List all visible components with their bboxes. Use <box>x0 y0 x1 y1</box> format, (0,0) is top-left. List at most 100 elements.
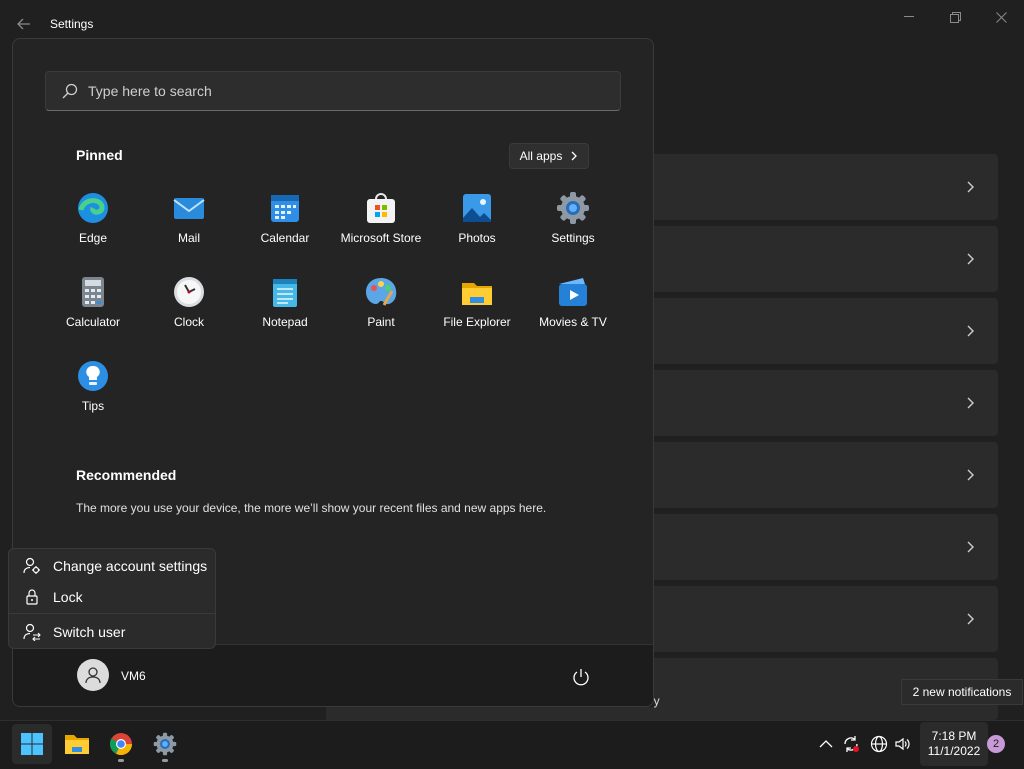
menu-item-label: Switch user <box>53 624 126 640</box>
pinned-app-calendar[interactable]: Calendar <box>237 191 333 271</box>
store-icon <box>367 193 395 223</box>
pinned-app-paint[interactable]: Paint <box>333 275 429 355</box>
lock-icon <box>26 589 38 605</box>
clock-date: 11/1/2022 <box>927 744 981 758</box>
pinned-app-edge[interactable]: Edge <box>45 191 141 271</box>
restore-button[interactable] <box>940 6 970 28</box>
pinned-app-photos[interactable]: Photos <box>429 191 525 271</box>
taskbar-clock[interactable]: 7:18 PM 11/1/2022 <box>920 722 988 766</box>
user-name[interactable]: VM6 <box>121 669 146 683</box>
window-title: Settings <box>50 17 94 31</box>
menu-item-label: Lock <box>53 589 83 605</box>
calendar-icon <box>271 195 299 222</box>
app-label: Calculator <box>65 315 121 329</box>
search-input[interactable]: Type here to search <box>45 71 621 111</box>
settings-bottom-bar <box>326 707 956 721</box>
settings-card[interactable] <box>654 154 998 220</box>
taskbar-file-explorer[interactable] <box>57 724 97 764</box>
sync-status-button[interactable] <box>841 734 861 754</box>
app-label: Paint <box>367 315 395 329</box>
close-button[interactable] <box>986 6 1016 28</box>
show-hidden-icons-button[interactable] <box>816 734 836 754</box>
app-label: Movies & TV <box>539 315 607 329</box>
pinned-app-movies-tv[interactable]: Movies & TV <box>525 275 621 355</box>
settings-card[interactable] <box>654 298 998 364</box>
calculator-icon <box>82 277 104 307</box>
menu-item-label: Change account settings <box>53 558 208 574</box>
minimize-button[interactable] <box>894 6 924 28</box>
person-gear-icon <box>23 557 40 574</box>
account-menu: Change account settings Lock Switch user <box>8 548 216 649</box>
back-arrow-icon <box>17 18 30 30</box>
lock-item[interactable]: Lock <box>9 581 215 613</box>
chevron-right-icon <box>967 253 974 265</box>
photos-icon <box>463 194 491 222</box>
app-label: Photos <box>458 231 496 245</box>
file-explorer-icon <box>65 735 89 754</box>
app-label: Notepad <box>262 315 308 329</box>
switch-user-icon <box>23 623 41 641</box>
settings-card[interactable] <box>654 370 998 436</box>
app-label: File Explorer <box>443 315 511 329</box>
tips-icon <box>78 361 108 391</box>
change-account-settings-item[interactable]: Change account settings <box>9 550 215 582</box>
chevron-right-icon <box>967 181 974 193</box>
movies-icon <box>559 278 587 306</box>
settings-gear-icon <box>557 192 589 224</box>
taskbar-settings[interactable] <box>145 724 185 764</box>
folder-icon <box>462 283 492 305</box>
start-footer <box>13 644 653 706</box>
search-placeholder: Type here to search <box>88 83 212 99</box>
search-icon <box>62 83 78 99</box>
all-apps-button[interactable]: All apps <box>509 143 589 169</box>
pinned-app-store[interactable]: Microsoft Store <box>333 191 429 271</box>
sync-icon <box>844 736 859 752</box>
menu-divider <box>9 613 215 614</box>
app-label: Settings <box>551 231 595 245</box>
pinned-app-clock[interactable]: Clock <box>141 275 237 355</box>
settings-card[interactable] <box>654 514 998 580</box>
globe-icon <box>870 735 888 753</box>
network-button[interactable] <box>869 734 889 754</box>
chevron-right-icon <box>571 151 578 161</box>
power-button[interactable] <box>569 665 593 689</box>
clock-icon <box>174 277 204 307</box>
notification-tooltip: 2 new notifications <box>901 679 1023 705</box>
recommended-text: The more you use your device, the more w… <box>76 501 547 515</box>
chevron-up-icon <box>819 740 833 748</box>
volume-button[interactable] <box>893 734 913 754</box>
app-label: Mail <box>177 231 200 245</box>
start-icon <box>21 733 43 755</box>
restore-icon <box>949 11 961 23</box>
switch-user-item[interactable]: Switch user <box>9 616 215 648</box>
app-label: Calendar <box>260 231 310 245</box>
back-button[interactable] <box>14 14 34 34</box>
avatar[interactable] <box>77 659 109 691</box>
notification-badge[interactable]: 2 <box>987 735 1005 753</box>
pinned-app-tips[interactable]: Tips <box>45 359 141 439</box>
chevron-right-icon <box>967 325 974 337</box>
start-button[interactable] <box>12 724 52 764</box>
pinned-app-settings[interactable]: Settings <box>525 191 621 271</box>
taskbar-chrome[interactable] <box>101 724 141 764</box>
app-label: Tips <box>81 399 105 413</box>
settings-card[interactable] <box>654 586 998 652</box>
pinned-app-calculator[interactable]: Calculator <box>45 275 141 355</box>
edge-icon <box>78 193 108 223</box>
all-apps-label: All apps <box>519 149 563 163</box>
close-icon <box>995 11 1007 23</box>
app-label: Microsoft Store <box>340 231 422 245</box>
settings-card[interactable] <box>654 226 998 292</box>
minimize-icon <box>904 16 914 17</box>
notepad-icon <box>273 279 297 307</box>
clock-time: 7:18 PM <box>931 729 977 743</box>
settings-card[interactable] <box>654 442 998 508</box>
pinned-app-file-explorer[interactable]: File Explorer <box>429 275 525 355</box>
pinned-app-mail[interactable]: Mail <box>141 191 237 271</box>
pinned-title: Pinned <box>76 147 123 163</box>
pinned-app-notepad[interactable]: Notepad <box>237 275 333 355</box>
app-label: Edge <box>78 231 108 245</box>
user-icon <box>85 667 101 684</box>
recommended-title: Recommended <box>76 467 177 483</box>
paint-icon <box>366 278 397 306</box>
